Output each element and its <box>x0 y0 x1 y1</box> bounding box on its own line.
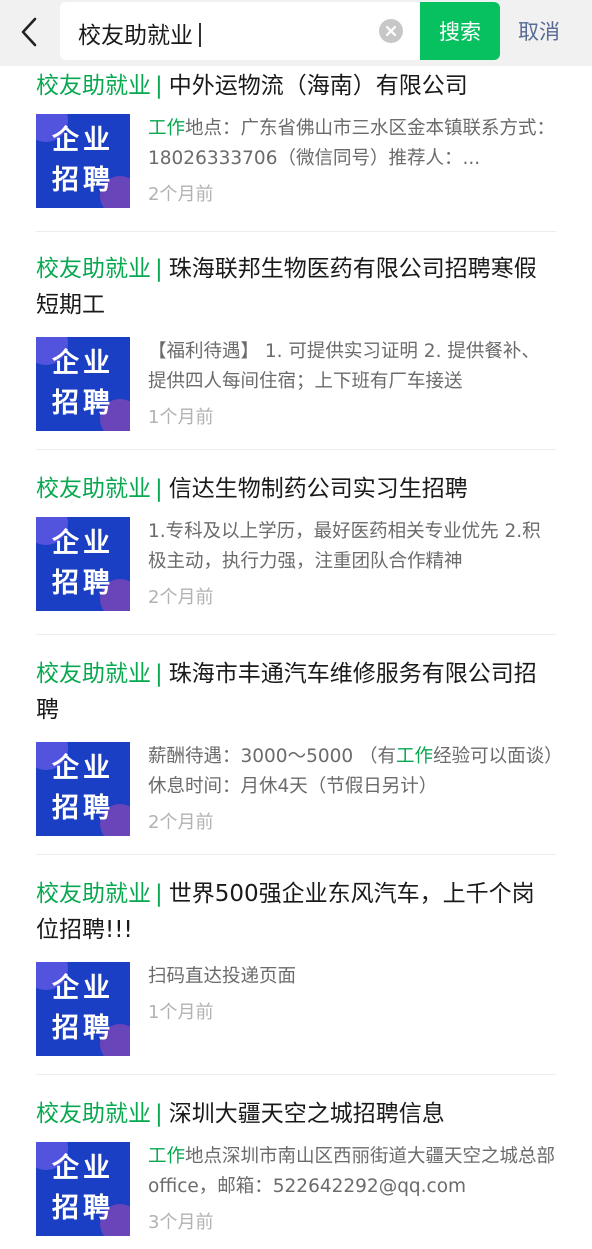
thumbnail: 企业 招聘 <box>36 114 130 208</box>
title-separator: | <box>155 73 163 99</box>
result-snippet: 工作地点：广东省佛山市三水区金本镇联系方式：18026333706（微信同号）推… <box>148 118 556 169</box>
result-title-text: 中外运物流（海南）有限公司 <box>168 73 468 99</box>
result-snippet: 1.专科及以上学历，最好医药相关专业优先 2.积极主动，执行力强，注重团队合作精… <box>148 521 541 572</box>
result-source: 校友助就业 <box>36 256 151 282</box>
thumbnail: 企业 招聘 <box>36 337 130 431</box>
thumbnail: 企业 招聘 <box>36 962 130 1056</box>
clear-button[interactable] <box>379 19 403 43</box>
result-title-text: 深圳大疆天空之城招聘信息 <box>168 1101 445 1127</box>
search-button[interactable]: 搜索 <box>420 2 500 60</box>
result-time: 2个月前 <box>148 184 214 205</box>
title-separator: | <box>155 1101 163 1127</box>
result-source: 校友助就业 <box>36 476 151 502</box>
text-caret <box>199 23 201 47</box>
search-header: 校友助就业 搜索 取消 <box>0 0 592 66</box>
search-query: 校友助就业 <box>78 23 193 49</box>
result-source: 校友助就业 <box>36 1101 151 1127</box>
result-title: 校友助就业 | 世界500强企业东风汽车，上千个岗位招聘!!! <box>36 876 556 948</box>
result-snippet: 【福利待遇】 1. 可提供实习证明 2. 提供餐补、提供四人每间住宿；上下班有厂… <box>148 341 540 392</box>
result-snippet: 扫码直达投递页面 <box>148 966 297 987</box>
result-time: 2个月前 <box>148 812 214 833</box>
result-title: 校友助就业 | 深圳大疆天空之城招聘信息 <box>36 1096 556 1132</box>
result-source: 校友助就业 <box>36 881 151 907</box>
result-title: 校友助就业 | 珠海市丰通汽车维修服务有限公司招聘 <box>36 656 556 728</box>
title-separator: | <box>155 881 163 907</box>
result-snippet: 薪酬待遇：3000～5000 （有工作经验可以面谈）休息时间：月休4天（节假日另… <box>148 746 554 797</box>
title-separator: | <box>155 256 163 282</box>
search-input[interactable]: 校友助就业 <box>60 2 420 60</box>
cancel-button[interactable]: 取消 <box>518 16 560 46</box>
title-separator: | <box>155 661 163 687</box>
chevron-left-icon <box>21 17 37 47</box>
title-separator: | <box>155 476 163 502</box>
clear-circle-icon <box>385 25 397 37</box>
result-time: 1个月前 <box>148 407 214 428</box>
list-item[interactable]: 校友助就业 | 信达生物制药公司实习生招聘 企业 招聘 1.专科及以上学历，最好医药… <box>36 471 556 635</box>
result-time: 2个月前 <box>148 587 214 608</box>
list-item[interactable]: 校友助就业 | 深圳大疆天空之城招聘信息 企业 招聘 工作地点深圳市南山区西丽街道大… <box>36 1096 556 1249</box>
back-button[interactable] <box>14 14 44 50</box>
thumbnail: 企业 招聘 <box>36 1142 130 1236</box>
results-list: 校友助就业 | 中外运物流（海南）有限公司 企业 招聘 工作地点：广东省佛山市三水区… <box>0 66 592 1249</box>
list-item[interactable]: 校友助就业 | 珠海联邦生物医药有限公司招聘寒假短期工 企业 招聘 【福利待遇】 1… <box>36 251 556 450</box>
result-time: 3个月前 <box>148 1212 214 1233</box>
result-snippet: 工作地点深圳市南山区西丽街道大疆天空之城总部office，邮箱：52264229… <box>148 1146 556 1197</box>
list-item[interactable]: 校友助就业 | 珠海市丰通汽车维修服务有限公司招聘 企业 招聘 薪酬待遇：3000～… <box>36 656 556 855</box>
thumbnail: 企业 招聘 <box>36 742 130 836</box>
result-source: 校友助就业 <box>36 73 151 99</box>
thumbnail: 企业 招聘 <box>36 517 130 611</box>
list-item[interactable]: 校友助就业 | 中外运物流（海南）有限公司 企业 招聘 工作地点：广东省佛山市三水区… <box>36 68 556 232</box>
result-title-text: 信达生物制药公司实习生招聘 <box>168 476 468 502</box>
result-source: 校友助就业 <box>36 661 151 687</box>
result-title: 校友助就业 | 珠海联邦生物医药有限公司招聘寒假短期工 <box>36 251 556 323</box>
result-time: 1个月前 <box>148 1002 214 1023</box>
result-title: 校友助就业 | 信达生物制药公司实习生招聘 <box>36 471 556 507</box>
list-item[interactable]: 校友助就业 | 世界500强企业东风汽车，上千个岗位招聘!!! 企业 招聘 扫码直达… <box>36 876 556 1075</box>
result-title: 校友助就业 | 中外运物流（海南）有限公司 <box>36 68 556 104</box>
